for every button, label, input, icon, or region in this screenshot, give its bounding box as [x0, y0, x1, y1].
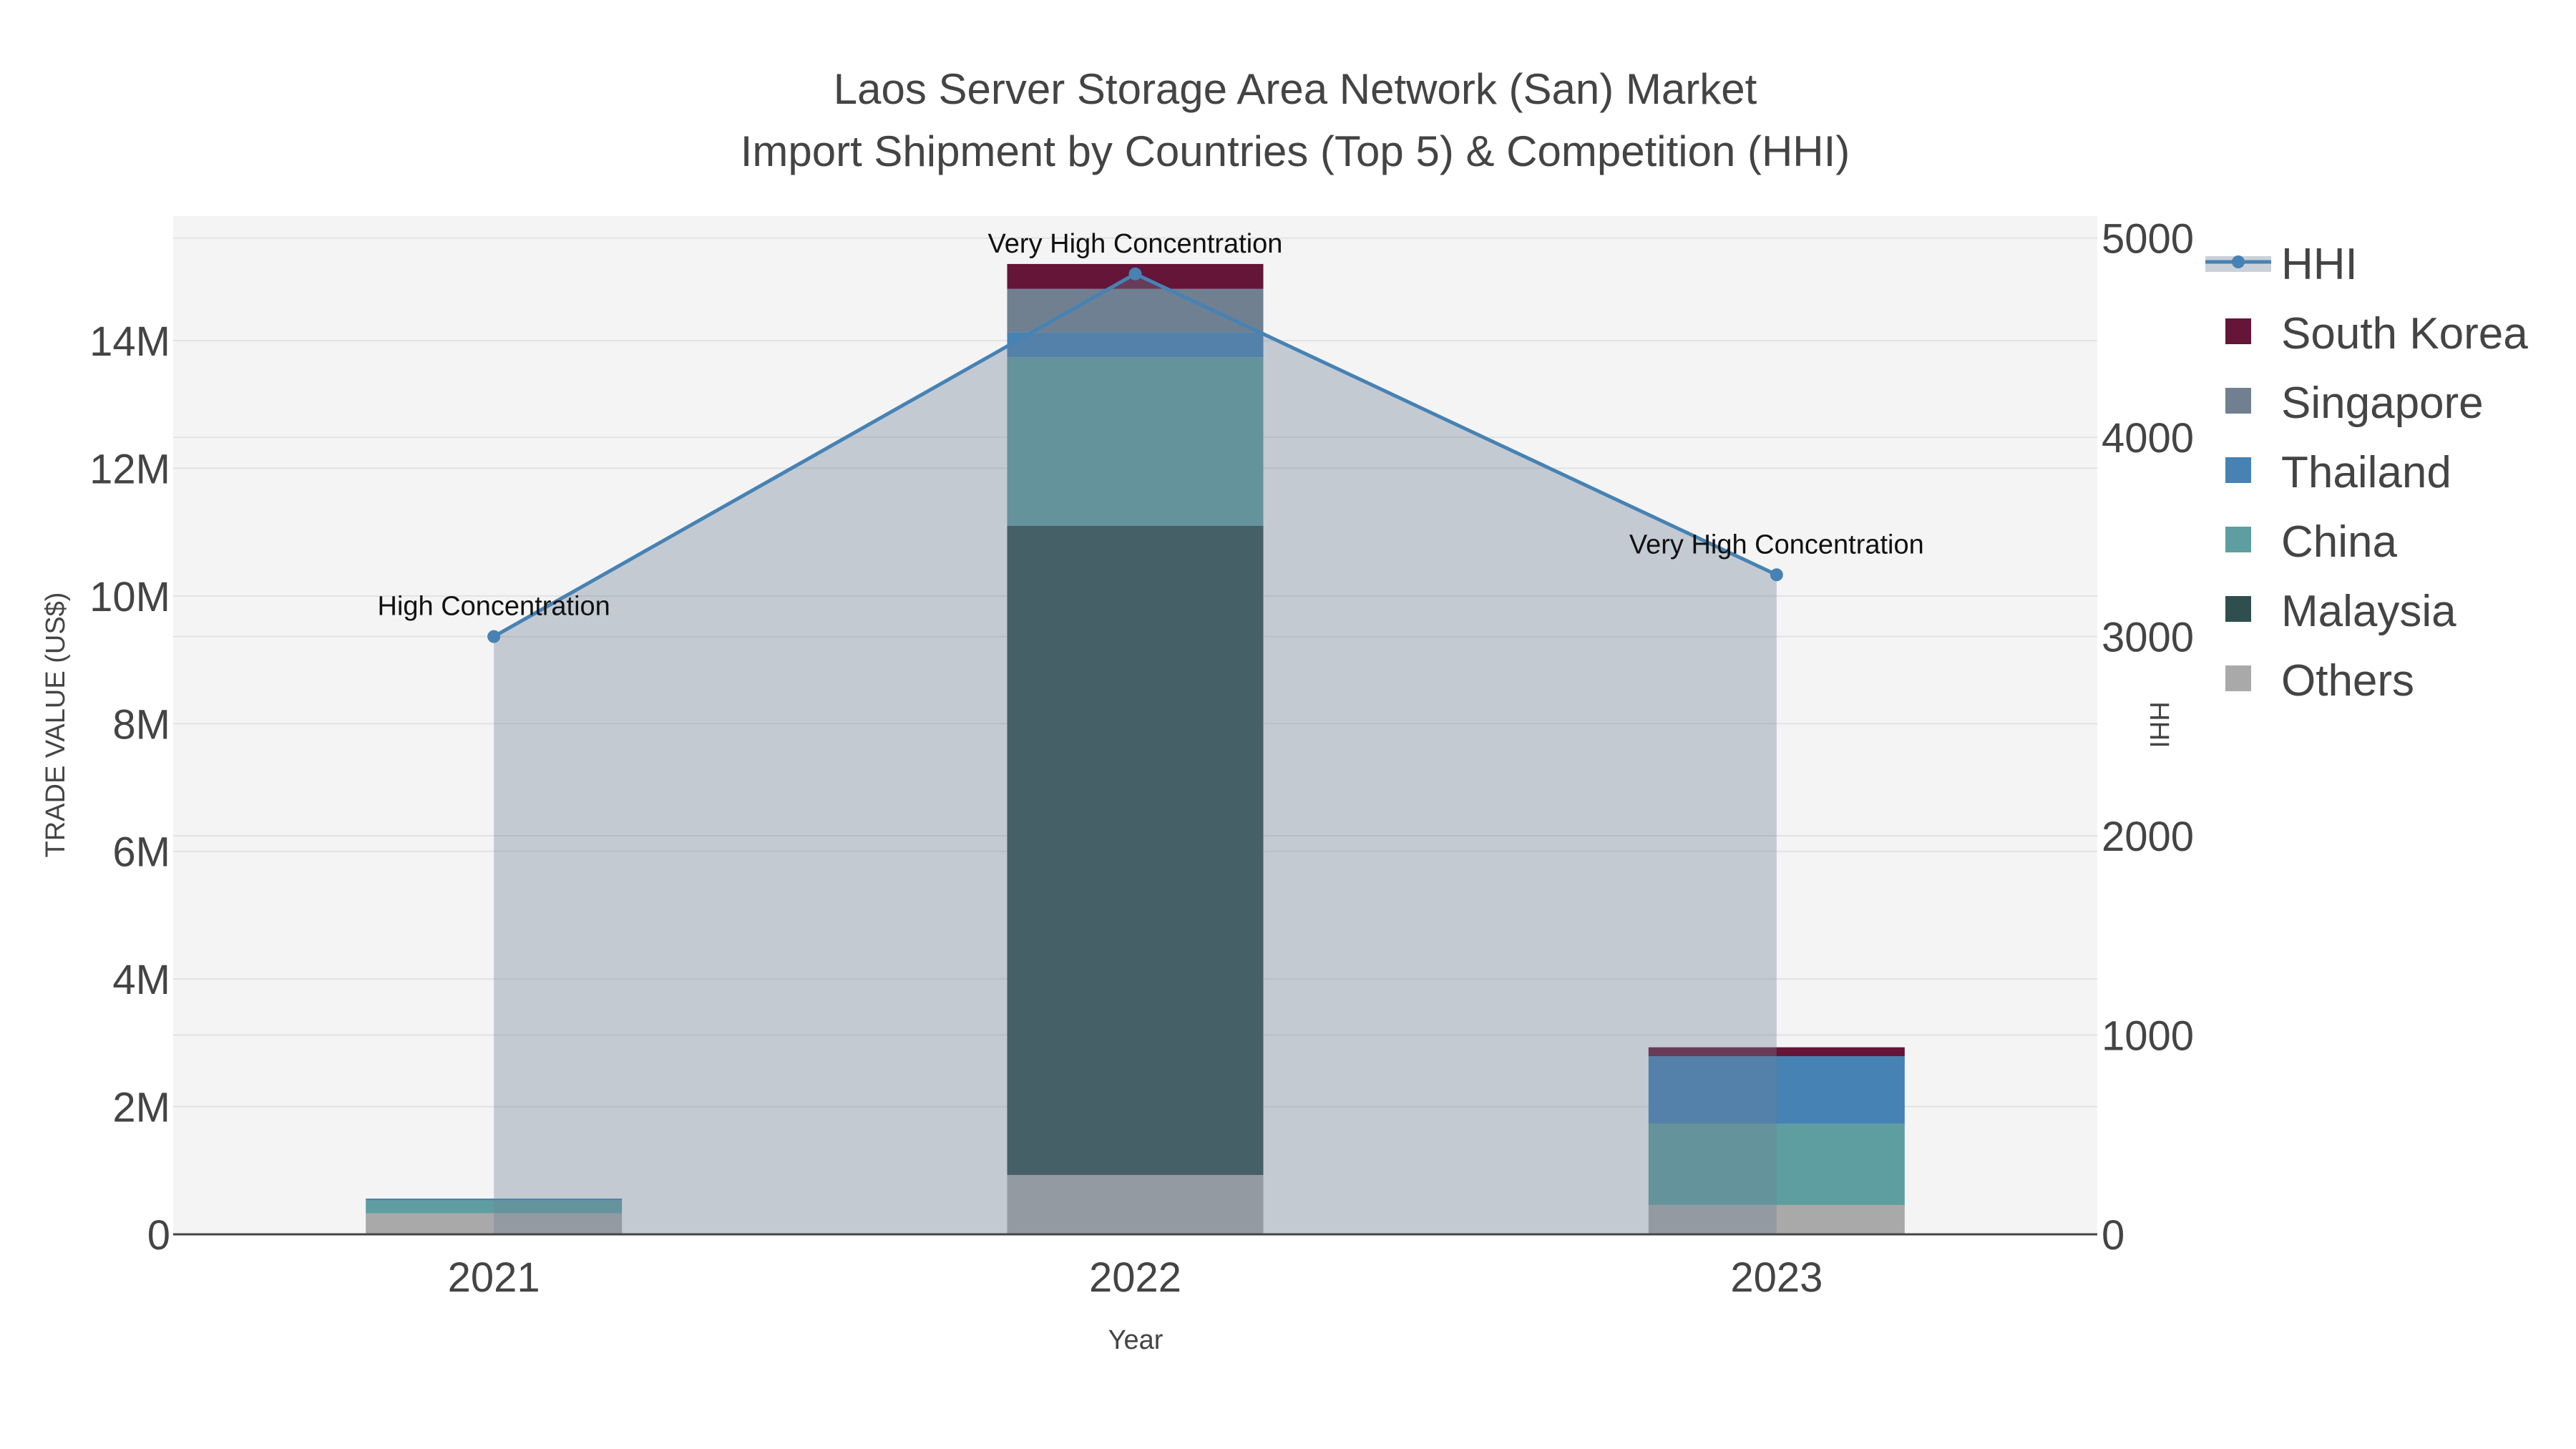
hhi-point-2023: [1770, 568, 1783, 582]
legend-swatch-thailand: [2225, 457, 2251, 483]
chart: Laos Server Storage Area Network (San) M…: [0, 0, 2576, 1449]
x-axis-title: Year: [1108, 1325, 1163, 1355]
y2-axis-title: HHI: [2144, 701, 2174, 748]
legend-swatch-malaysia: [2225, 596, 2251, 622]
y2-tick-label: 5000: [2102, 216, 2194, 263]
hhi-annotation-2022: Very High Concentration: [988, 229, 1283, 259]
y2-tick-label: 1000: [2102, 1013, 2194, 1060]
y2-tick-label: 0: [2102, 1212, 2124, 1259]
y-tick-label: 14M: [89, 318, 170, 365]
legend-hhi-marker: [2232, 255, 2245, 268]
legend-swatch-china: [2225, 527, 2251, 552]
y-tick-label: 12M: [89, 446, 170, 492]
y-tick-label: 4M: [112, 957, 170, 1003]
x-tick-label: 2023: [1730, 1254, 1823, 1301]
y2-tick-label: 4000: [2102, 415, 2194, 462]
hhi-annotation-2023: Very High Concentration: [1629, 530, 1924, 560]
legend-label-china[interactable]: China: [2281, 517, 2398, 567]
hhi-point-2022: [1128, 267, 1142, 280]
y2-tick-label: 3000: [2102, 615, 2194, 661]
x-tick-label: 2022: [1089, 1254, 1181, 1301]
legend-label-south-korea[interactable]: South Korea: [2281, 309, 2528, 358]
legend-label-malaysia[interactable]: Malaysia: [2281, 587, 2457, 636]
legend-swatch-south-korea: [2225, 318, 2251, 344]
legend-swatch-others: [2225, 665, 2251, 691]
legend-swatch-singapore: [2225, 388, 2251, 414]
y-tick-label: 8M: [112, 701, 170, 748]
y-axis-title: TRADE VALUE (US$): [41, 592, 71, 858]
x-tick-label: 2021: [448, 1254, 540, 1301]
hhi-point-2021: [487, 630, 501, 643]
legend-label-others[interactable]: Others: [2281, 656, 2414, 706]
legend-label-thailand[interactable]: Thailand: [2281, 448, 2451, 497]
chart-title-line1: Laos Server Storage Area Network (San) M…: [834, 65, 1757, 113]
y-tick-label: 10M: [89, 574, 170, 620]
legend-label-singapore[interactable]: Singapore: [2281, 379, 2484, 428]
chart-title-line2: Import Shipment by Countries (Top 5) & C…: [741, 127, 1850, 175]
hhi-annotation-2021: High Concentration: [378, 592, 610, 622]
y-tick-label: 0: [147, 1212, 170, 1259]
y-tick-label: 2M: [112, 1085, 170, 1131]
y2-tick-label: 2000: [2102, 814, 2194, 860]
legend-label-hhi[interactable]: HHI: [2281, 240, 2358, 289]
y-tick-label: 6M: [112, 829, 170, 876]
